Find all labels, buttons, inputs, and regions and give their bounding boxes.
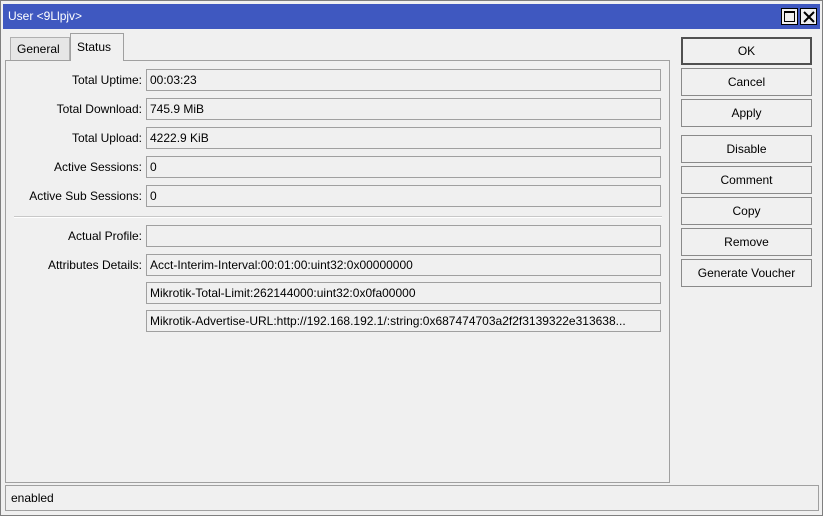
actual-profile-label: Actual Profile:: [67, 229, 142, 243]
tab-status[interactable]: Status: [70, 33, 124, 61]
status-panel: Total Uptime: 00:03:23 Total Download: 7…: [5, 60, 670, 483]
maximize-icon[interactable]: [781, 8, 798, 25]
total-upload-row: Total Upload: 4222.9 KiB: [6, 127, 666, 149]
generate-voucher-button[interactable]: Generate Voucher: [681, 259, 812, 287]
total-uptime-row: Total Uptime: 00:03:23: [6, 69, 666, 91]
active-sessions-field[interactable]: 0: [146, 156, 661, 178]
status-text: enabled: [11, 491, 54, 505]
attribute-field[interactable]: Mikrotik-Total-Limit:262144000:uint32:0x…: [146, 282, 661, 304]
total-uptime-field[interactable]: 00:03:23: [146, 69, 661, 91]
separator: [14, 216, 662, 218]
status-bar: enabled: [5, 485, 819, 511]
tab-general[interactable]: General: [10, 37, 70, 61]
total-uptime-label: Total Uptime:: [71, 73, 142, 87]
active-sub-sessions-label: Active Sub Sessions:: [29, 189, 142, 203]
attributes-details-row: Attributes Details: Acct-Interim-Interva…: [6, 254, 666, 276]
attribute-field[interactable]: Acct-Interim-Interval:00:01:00:uint32:0x…: [146, 254, 661, 276]
copy-button[interactable]: Copy: [681, 197, 812, 225]
active-sub-sessions-field[interactable]: 0: [146, 185, 661, 207]
disable-button[interactable]: Disable: [681, 135, 812, 163]
total-download-row: Total Download: 745.9 MiB: [6, 98, 666, 120]
actual-profile-row: Actual Profile:: [6, 225, 666, 247]
attribute-field[interactable]: Mikrotik-Advertise-URL:http://192.168.19…: [146, 310, 661, 332]
attributes-details-row: Mikrotik-Total-Limit:262144000:uint32:0x…: [6, 282, 666, 304]
total-upload-field[interactable]: 4222.9 KiB: [146, 127, 661, 149]
total-download-label: Total Download:: [56, 102, 142, 116]
close-icon[interactable]: [800, 8, 817, 25]
window-title: User <9Llpjv>: [8, 9, 83, 23]
total-download-field[interactable]: 745.9 MiB: [146, 98, 661, 120]
ok-button[interactable]: OK: [681, 37, 812, 65]
active-sub-sessions-row: Active Sub Sessions: 0: [6, 185, 666, 207]
active-sessions-row: Active Sessions: 0: [6, 156, 666, 178]
actual-profile-field[interactable]: [146, 225, 661, 247]
apply-button[interactable]: Apply: [681, 99, 812, 127]
comment-button[interactable]: Comment: [681, 166, 812, 194]
total-upload-label: Total Upload:: [71, 131, 142, 145]
cancel-button[interactable]: Cancel: [681, 68, 812, 96]
attributes-details-row: Mikrotik-Advertise-URL:http://192.168.19…: [6, 310, 666, 332]
user-window: User <9Llpjv> General Status Total Uptim…: [0, 0, 823, 516]
title-bar[interactable]: User <9Llpjv>: [3, 4, 820, 29]
remove-button[interactable]: Remove: [681, 228, 812, 256]
attributes-details-label: Attributes Details:: [47, 258, 142, 272]
active-sessions-label: Active Sessions:: [53, 160, 142, 174]
